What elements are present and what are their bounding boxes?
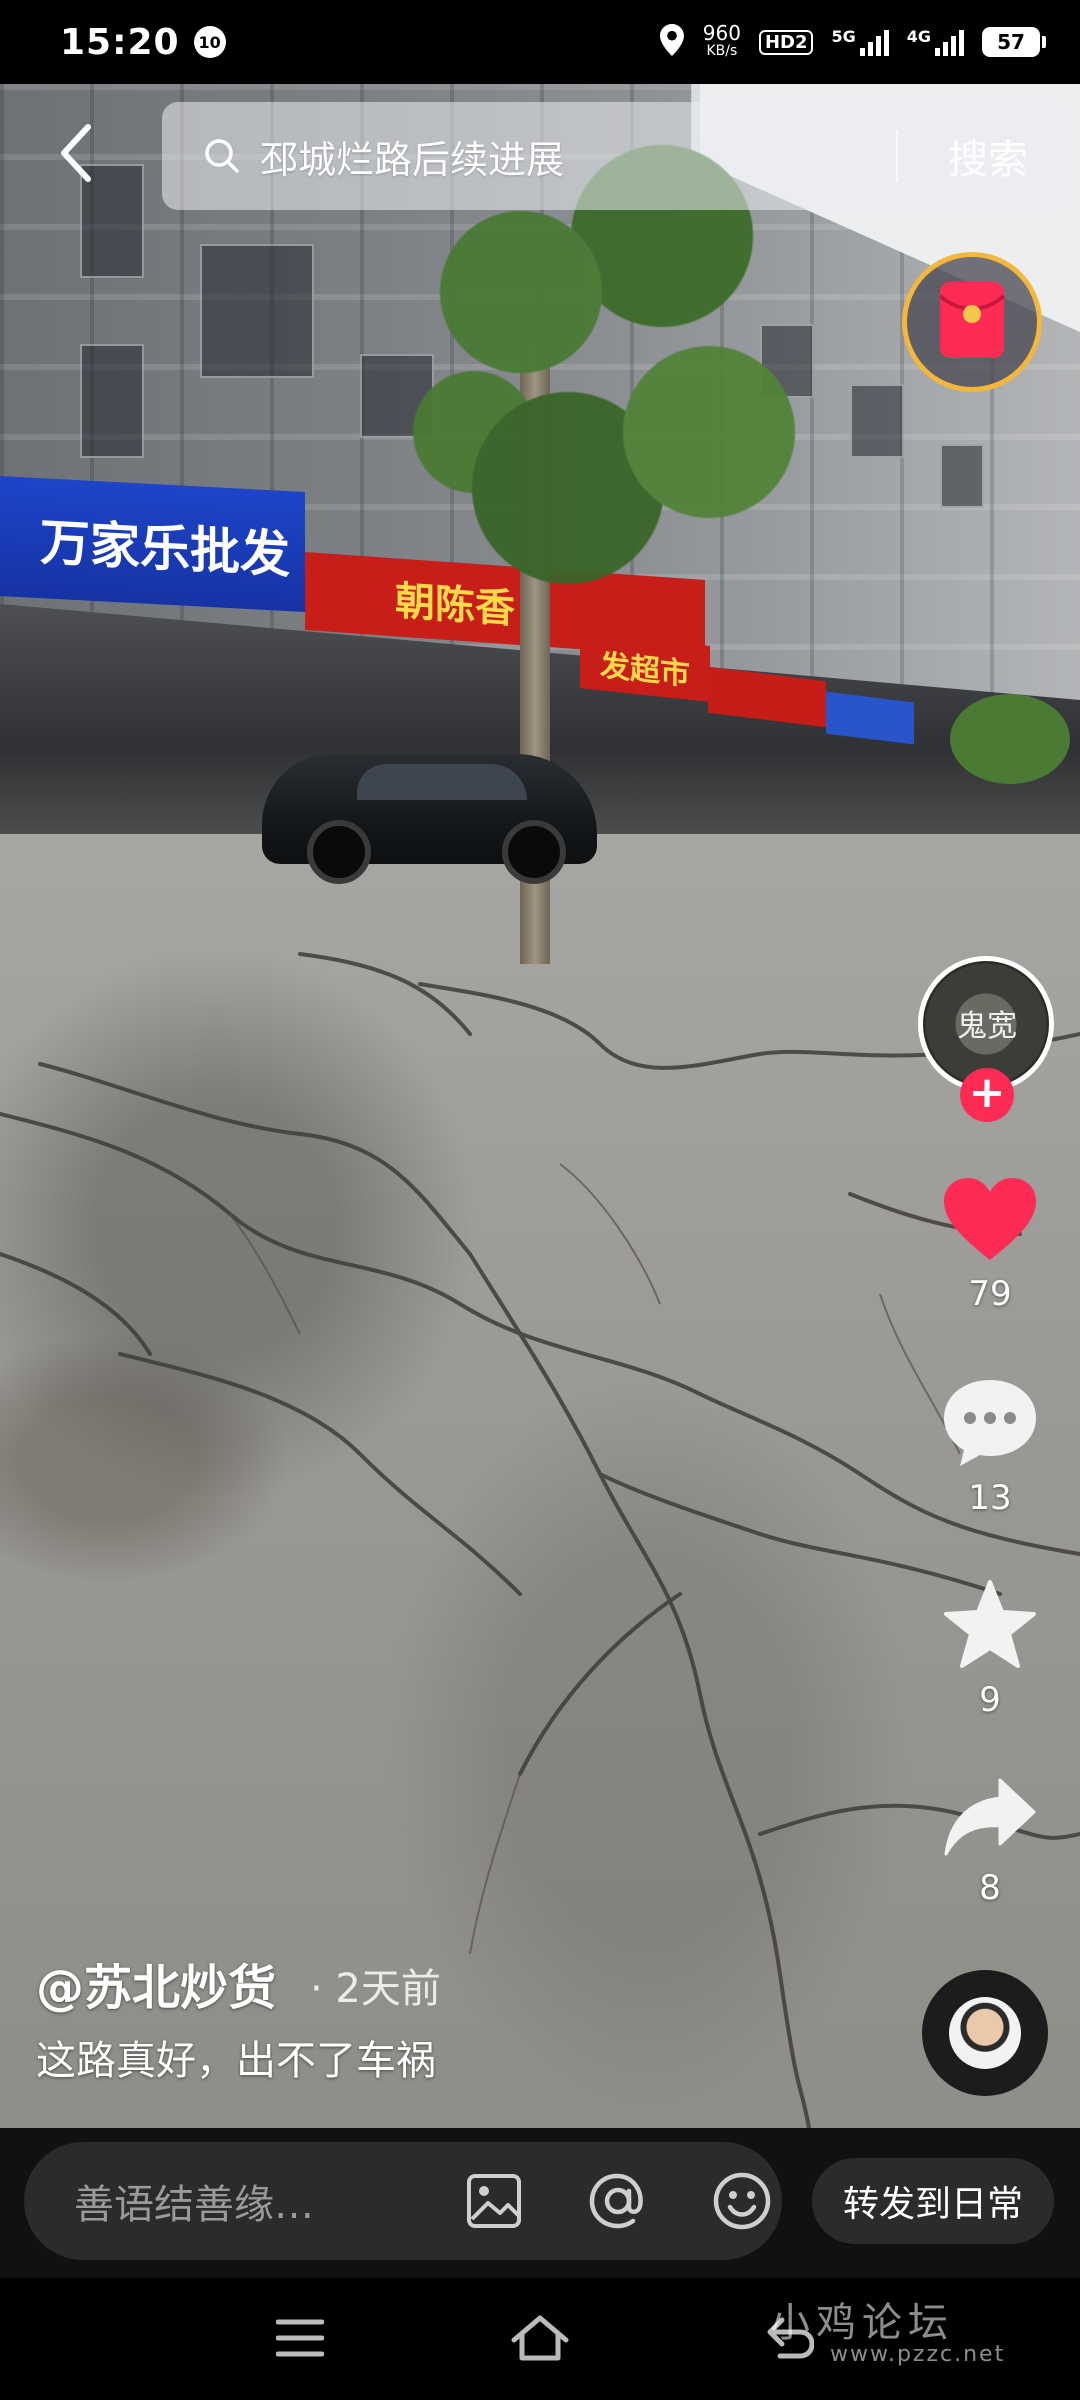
comment-placeholder[interactable]: 善语结善缘… — [74, 2172, 404, 2230]
watermark-url: www.pzzc.net — [830, 2342, 1006, 2367]
car-wheel — [502, 820, 566, 884]
building-window — [80, 344, 144, 458]
signal-bars-icon — [859, 28, 889, 56]
chevron-left-icon — [56, 123, 96, 187]
post-time: · 2天前 — [310, 1966, 441, 2012]
net-speed-unit: KB/s — [706, 43, 738, 59]
red-packet-icon — [936, 278, 1008, 366]
comment-count: 13 — [968, 1478, 1012, 1518]
follow-plus-button[interactable]: + — [960, 1068, 1014, 1122]
video-player[interactable]: 万家乐批发 朝陈香 发超市 — [0, 84, 1080, 2128]
like-button[interactable]: 79 — [922, 1174, 1058, 1314]
search-icon — [202, 134, 246, 178]
search-bar[interactable]: 邳城烂路后续进展 搜索 — [162, 102, 1062, 210]
signal-4g: 4G — [906, 27, 964, 56]
music-cover-avatar — [949, 1997, 1021, 2069]
status-time: 15:20 — [60, 21, 180, 63]
image-icon[interactable] — [460, 2167, 528, 2235]
share-button[interactable]: 8 — [922, 1776, 1058, 1908]
tree-foliage — [950, 694, 1070, 784]
car-wheel — [307, 820, 371, 884]
building-window — [940, 444, 984, 508]
comment-bar: 善语结善缘… 转发到日常 — [0, 2128, 1080, 2278]
building-window — [200, 244, 314, 378]
battery-icon: 57 — [982, 27, 1046, 57]
comment-button[interactable]: 13 — [922, 1376, 1058, 1518]
red-packet-button[interactable] — [902, 252, 1042, 392]
building-window — [850, 384, 904, 458]
comment-bubble-icon — [940, 1376, 1040, 1472]
watermark-text: 小鸡论坛 — [770, 2300, 954, 2346]
menu-icon[interactable] — [260, 2308, 340, 2368]
notification-badge: 10 — [193, 26, 226, 58]
parked-car — [262, 754, 597, 884]
net-speed: 960 KB/s — [702, 21, 741, 60]
at-mention-icon[interactable] — [584, 2167, 652, 2235]
search-query[interactable]: 邳城烂路后续进展 — [260, 129, 564, 184]
search-divider — [896, 130, 898, 182]
creator-avatar-text: 鬼宽 — [957, 1009, 1017, 1044]
forum-watermark: 小鸡论坛 www.pzzc.net — [770, 2290, 1005, 2367]
comment-input[interactable]: 善语结善缘… — [24, 2142, 782, 2260]
share-to-daily-button[interactable]: 转发到日常 — [812, 2158, 1054, 2244]
status-icons: 960 KB/s HD2 5G 4G 57 — [659, 21, 1046, 62]
share-count: 8 — [979, 1868, 1001, 1908]
like-count: 79 — [968, 1274, 1012, 1314]
star-icon — [942, 1578, 1038, 1674]
search-button[interactable]: 搜索 — [914, 102, 1062, 210]
signal-5g: 5G — [831, 27, 889, 56]
favorite-count: 9 — [979, 1680, 1001, 1720]
net-speed-value: 960 — [702, 21, 741, 45]
back-button[interactable] — [48, 120, 104, 190]
home-icon[interactable] — [500, 2308, 580, 2368]
shop-sign: 万家乐批发 — [0, 476, 305, 612]
music-disc[interactable] — [922, 1970, 1048, 2096]
location-icon — [659, 23, 685, 62]
hd-tag: HD2 — [758, 29, 814, 55]
post-caption: 这路真好，出不了车祸 — [36, 2038, 436, 2084]
share-arrow-icon — [942, 1776, 1038, 1862]
author-name[interactable]: @苏北炒货 — [36, 1948, 276, 2018]
emoji-icon[interactable] — [708, 2167, 776, 2235]
heart-icon — [940, 1174, 1040, 1268]
network-4g-label: 4G — [906, 27, 931, 46]
network-5g-label: 5G — [831, 27, 856, 46]
status-bar: 15:20 10 960 KB/s HD2 5G 4G 57 — [0, 0, 1080, 84]
signal-bars-icon — [935, 28, 964, 56]
favorite-button[interactable]: 9 — [922, 1578, 1058, 1720]
